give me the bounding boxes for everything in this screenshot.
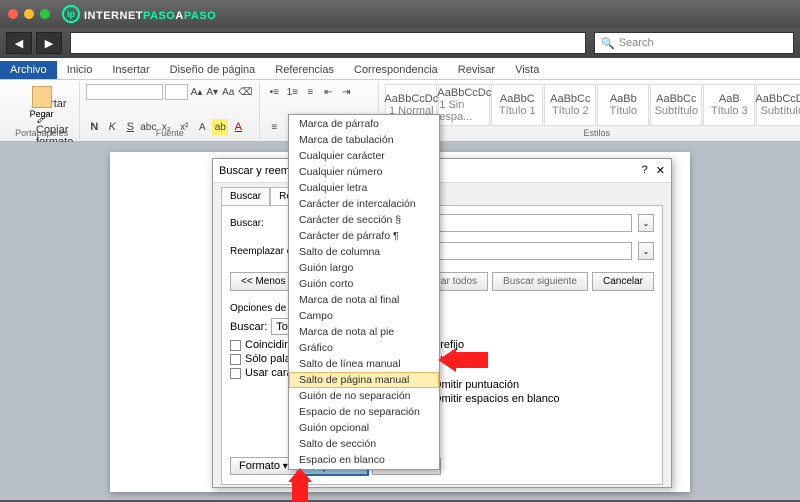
style-box[interactable]: AaBbCcTítulo 2 [544,84,596,126]
tab-home[interactable]: Inicio [57,61,103,79]
styles-label: Estilos [379,128,800,138]
find-next-button[interactable]: Buscar siguiente [492,272,588,291]
style-box[interactable]: AaBTítulo 3 [703,84,755,126]
special-menu-item[interactable]: Marca de nota al pie [289,324,439,340]
special-menu-item[interactable]: Cualquier carácter [289,148,439,164]
punctuation-label: Omitir puntuación [433,379,519,391]
style-box[interactable]: AaBbCcSubtítulo [650,84,702,126]
ribbon-tabs: Archivo Inicio Insertar Diseño de página… [0,58,800,80]
dialog-titlebar[interactable]: Buscar y reemplazar ? ✕ [213,159,671,183]
special-menu-item[interactable]: Campo [289,308,439,324]
special-menu-item[interactable]: Salto de línea manual [289,356,439,372]
find-replace-dialog: Buscar y reemplazar ? ✕ Buscar Reemplaza… [212,158,672,488]
special-menu-item[interactable]: Guión opcional [289,420,439,436]
special-menu-item[interactable]: Marca de tabulación [289,132,439,148]
logo-text-b: PASO [143,10,175,22]
special-menu-item[interactable]: Salto de columna [289,244,439,260]
shrink-font-icon[interactable]: A▾ [205,84,219,100]
font-group: A▴ A▾ Aa ⌫ N K S abc x₂ x² A ab A Fuente [80,82,260,139]
back-button[interactable]: ◀ [6,32,32,54]
font-family-select[interactable] [86,84,163,100]
grow-font-icon[interactable]: A▴ [190,84,204,100]
special-menu-item[interactable]: Cualquier número [289,164,439,180]
tab-references[interactable]: Referencias [265,61,344,79]
logo-icon: ip [62,5,80,23]
tab-review[interactable]: Revisar [448,61,505,79]
align-left-button[interactable]: ≡ [266,119,282,135]
logo-text-c: A [175,10,183,22]
tab-mail[interactable]: Correspondencia [344,61,448,79]
special-menu-item[interactable]: Carácter de intercalación [289,196,439,212]
spaces-label: Omitir espacios en blanco [433,393,560,405]
logo-text-a: INTERNET [84,10,143,22]
special-button-arrow-icon [288,468,312,502]
tab-layout[interactable]: Diseño de página [160,61,266,79]
special-menu-item[interactable]: Salto de página manual [289,372,439,388]
special-menu-item[interactable]: Guión largo [289,260,439,276]
close-icon[interactable]: ✕ [656,164,665,177]
special-menu-item[interactable]: Carácter de sección § [289,212,439,228]
mac-maximize-button[interactable] [40,9,50,19]
multilevel-button[interactable]: ≡ [302,84,318,100]
tab-file[interactable]: Archivo [0,61,57,79]
numbering-button[interactable]: 1≡ [284,84,300,100]
replace-dropdown-icon[interactable]: ⌄ [638,242,654,260]
font-size-select[interactable] [165,84,188,100]
special-menu-item[interactable]: Salto de sección [289,436,439,452]
special-menu-item[interactable]: Guión de no separación [289,388,439,404]
dialog-tab-find[interactable]: Buscar [221,187,270,205]
help-icon[interactable]: ? [642,164,648,177]
special-menu-item[interactable]: Carácter de párrafo ¶ [289,228,439,244]
match-case-checkbox[interactable] [230,340,241,351]
special-menu-item[interactable]: Marca de nota al final [289,292,439,308]
styles-group: AaBbCcDc1 NormalAaBbCcDc1 Sin espa...AaB… [379,82,800,139]
tab-view[interactable]: Vista [505,61,549,79]
less-button[interactable]: << Menos [230,272,296,291]
whole-words-checkbox[interactable] [230,354,241,365]
style-box[interactable]: AaBbCcDc1 Sin espa... [438,84,490,126]
format-button[interactable]: Formato ▾ [230,457,297,475]
search-direction-label: Buscar: [230,321,267,333]
site-logo: ip INTERNETPASOAPASO [62,5,216,23]
browser-nav: ◀ ▶ 🔍 Search [0,28,800,58]
find-dropdown-icon[interactable]: ⌄ [638,214,654,232]
browser-titlebar: ip INTERNETPASOAPASO [0,0,800,28]
special-menu-item[interactable]: Cualquier letra [289,180,439,196]
decrease-indent-button[interactable]: ⇤ [320,84,336,100]
change-case-icon[interactable]: Aa [221,84,235,100]
search-input[interactable]: 🔍 Search [594,32,794,54]
increase-indent-button[interactable]: ⇥ [338,84,354,100]
mac-minimize-button[interactable] [24,9,34,19]
logo-text-d: PASO [184,10,216,22]
cancel-button[interactable]: Cancelar [592,272,654,291]
wildcards-checkbox[interactable] [230,368,241,379]
search-placeholder: Search [619,37,654,49]
special-menu-item[interactable]: Marca de párrafo [289,116,439,132]
mac-close-button[interactable] [8,9,18,19]
bullets-button[interactable]: •≡ [266,84,282,100]
special-menu-item[interactable]: Espacio en blanco [289,452,439,468]
style-box[interactable]: AaBbTítulo [597,84,649,126]
style-box[interactable]: AaBbCcDcSubtítulo [756,84,800,126]
forward-button[interactable]: ▶ [36,32,62,54]
url-input[interactable] [70,32,586,54]
tab-insert[interactable]: Insertar [102,61,159,79]
special-menu-item[interactable]: Gráfico [289,340,439,356]
highlight-arrow-icon [438,348,488,372]
special-menu-item[interactable]: Espacio de no separación [289,404,439,420]
font-label: Fuente [80,128,259,138]
clipboard-label: Portapapeles [4,128,79,138]
clear-format-icon[interactable]: ⌫ [237,84,253,100]
paste-icon [32,86,52,108]
search-icon: 🔍 [601,37,615,50]
special-menu-item[interactable]: Guión corto [289,276,439,292]
style-box[interactable]: AaBbCTítulo 1 [491,84,543,126]
special-dropdown-menu: Marca de párrafoMarca de tabulaciónCualq… [288,114,440,470]
clipboard-group: Pegar ✂ Cortar 🖌 Copiar formato Portapap… [4,82,80,139]
